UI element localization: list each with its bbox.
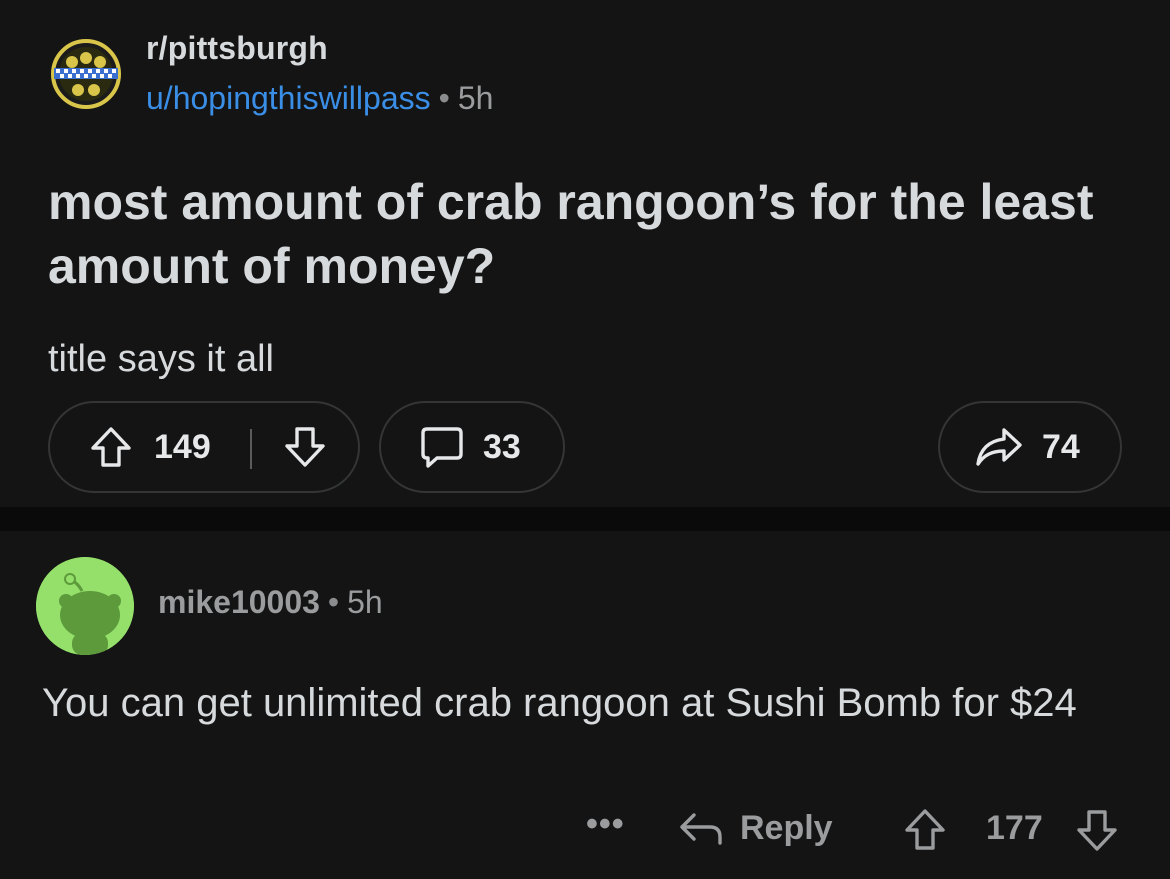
more-icon[interactable]: •••	[586, 805, 625, 844]
meta-separator: •	[438, 80, 450, 116]
comment-text: You can get unlimited crab rangoon at Su…	[42, 681, 1077, 725]
vote-pill: 149	[48, 401, 360, 493]
vote-divider	[250, 429, 252, 469]
share-button[interactable]: 74	[938, 401, 1122, 493]
share-icon	[974, 424, 1024, 470]
comments-button[interactable]: 33	[379, 401, 565, 493]
comment-author-link[interactable]: mike10003	[158, 584, 320, 620]
upvote-count: 149	[154, 427, 211, 466]
reply-icon[interactable]	[678, 811, 724, 856]
comment-score: 177	[986, 809, 1043, 847]
upvote-icon[interactable]	[902, 807, 948, 862]
reply-button[interactable]: Reply	[740, 809, 833, 848]
comment-card: mike10003 • 5h You can get unlimited crab …	[0, 531, 1170, 879]
comment-age: 5h	[347, 584, 383, 620]
post-card: r/pittsburgh u/hopingthiswillpass • 5h mos…	[0, 0, 1170, 507]
comment-actions: ••• Reply 177	[0, 801, 1170, 857]
pittsburgh-seal-icon[interactable]	[50, 38, 122, 110]
post-author-link[interactable]: u/hopingthiswillpass	[146, 80, 431, 116]
section-divider	[0, 507, 1170, 531]
downvote-icon[interactable]	[282, 424, 328, 470]
comment-meta: mike10003 • 5h	[158, 584, 383, 621]
downvote-icon[interactable]	[1074, 807, 1120, 862]
comment-count: 33	[483, 427, 521, 466]
post-meta: u/hopingthiswillpass • 5h	[146, 80, 493, 117]
subreddit-name[interactable]: r/pittsburgh	[146, 30, 328, 67]
post-age: 5h	[457, 80, 494, 116]
meta-separator: •	[327, 584, 340, 620]
post-title[interactable]: most amount of crab rangoon’s for the le…	[48, 170, 1128, 298]
share-count: 74	[1042, 427, 1080, 466]
snoo-avatar-icon[interactable]	[36, 557, 134, 655]
comment-bubble-icon	[419, 424, 465, 470]
post-body: title says it all	[48, 338, 274, 380]
upvote-icon[interactable]	[88, 424, 134, 470]
